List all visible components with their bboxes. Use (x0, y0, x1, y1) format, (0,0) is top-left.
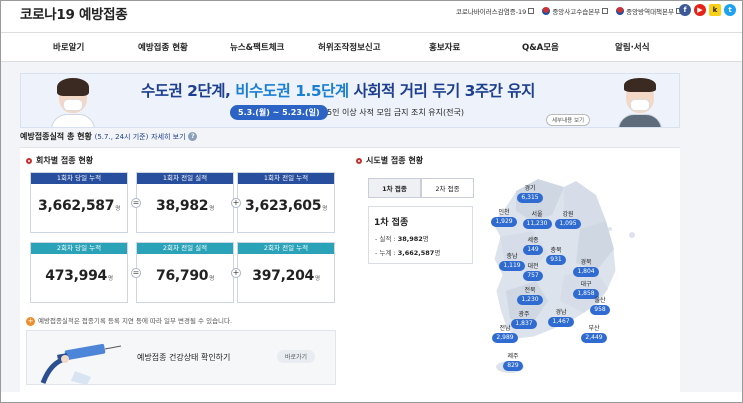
region-ulsan[interactable]: 울산 958 (580, 297, 620, 315)
nav-item-basics[interactable]: 바로알기 (53, 41, 84, 53)
region-section-title: 시도별 접종 현황 (356, 155, 423, 166)
equals-icon: = (131, 268, 141, 278)
section-bullet-icon (356, 157, 362, 164)
page-frame: 코로나19 예방접종 코로나바이러스감염증-19 중앙사고수습본부 중앙방역대책… (0, 0, 743, 403)
region-perf-row: - 실적 : 38,982명 (375, 235, 429, 243)
dose2-yesterday-perf-value: 76,790 (156, 268, 209, 284)
dose1-yesterday-cum-card: 1회차 전일 누적 3,623,605명 (237, 172, 335, 233)
summary-more-link[interactable]: 자세히 보기 (151, 133, 185, 141)
plus-icon: + (231, 268, 241, 278)
tab-dose1[interactable]: 1차 접종 (368, 178, 421, 198)
help-icon[interactable]: ? (188, 132, 198, 141)
data-notice: + 예방접종실적은 접종기록 등록 지연 등에 따라 일부 변경될 수 있습니다. (26, 316, 233, 326)
banner-person-right (618, 77, 662, 127)
region-jeonnam[interactable]: 전남 2,989 (485, 325, 525, 343)
tab-dose2[interactable]: 2차 접종 (421, 178, 474, 198)
region-daejeon[interactable]: 대전 757 (513, 263, 553, 281)
region-gangwon[interactable]: 강원 1,095 (548, 211, 588, 229)
equals-icon: = (131, 198, 141, 208)
vaccination-summary-title: 예방접종실적 총 현황 (5.7., 24시 기준) 자세히 보기 ? (20, 131, 198, 142)
dose2-yesterday-cum-value: 397,204 (252, 268, 314, 284)
top-link-covid19[interactable]: 코로나바이러스감염증-19 (456, 6, 535, 16)
dose-tabs: 1차 접종 2차 접종 (368, 178, 474, 198)
region-summary-box: 1차 접종 - 실적 : 38,982명 - 누계 : 3,662,587명 (368, 206, 473, 264)
nav-item-qa[interactable]: Q&A모음 (522, 41, 559, 53)
distancing-banner[interactable]: 수도권 2단계, 비수도권 1.5단계 사회적 거리 두기 3주간 유지 5.3… (20, 73, 680, 128)
health-check-box: 예방접종 건강상태 확인하기 바로가기 (26, 330, 336, 385)
facebook-icon[interactable]: f (679, 4, 691, 16)
top-bar: 코로나19 예방접종 코로나바이러스감염증-19 중앙사고수습본부 중앙방역대책… (1, 1, 742, 25)
government-emblem-icon (542, 7, 551, 15)
government-emblem-icon (616, 7, 625, 15)
top-link-cdsch[interactable]: 중앙사고수습본부 (542, 6, 609, 16)
external-link-icon (528, 8, 535, 14)
twitter-icon[interactable]: t (724, 4, 736, 16)
plus-icon: + (231, 198, 241, 208)
kakao-icon[interactable]: k (709, 4, 721, 16)
dose1-today-card: 1회차 당일 누적 3,662,587명 (30, 172, 128, 233)
banner-person-left (51, 77, 95, 127)
nav-item-vaccination-status[interactable]: 예방접종 현황 (138, 41, 188, 53)
region-busan[interactable]: 부산 2,449 (574, 325, 614, 343)
banner-detail-button[interactable]: 세부내용 보기 (546, 114, 591, 126)
summary-date: (5.7., 24시 기준) (94, 133, 149, 141)
dose-section-title: 회차별 접종 현황 (26, 155, 93, 166)
sns-links: f ▶ k t (679, 4, 736, 16)
dose2-today-card: 2회차 당일 누적 473,994명 (30, 242, 128, 303)
korea-map: 경기 6,315 인천 1,929 서울 11,230 강원 1,095 세종 149 충… (476, 171, 646, 381)
region-cum-row: - 누계 : 3,662,587명 (375, 249, 441, 257)
top-link-cdh[interactable]: 중앙방역대책본부 (616, 6, 682, 16)
dose1-today-value: 3,662,587 (38, 198, 115, 214)
site-logo[interactable]: 코로나19 예방접종 (20, 3, 128, 23)
top-links: 코로나바이러스감염증-19 중앙사고수습본부 중앙방역대책본부 (456, 6, 682, 16)
banner-dates: 5.3.(월) ~ 5.23.(일) (230, 105, 328, 120)
nav-item-notices[interactable]: 알림·서식 (615, 41, 650, 53)
youtube-icon[interactable]: ▶ (694, 4, 706, 16)
region-gyeongbuk[interactable]: 경북 1,804 (566, 259, 606, 277)
banner-headline: 수도권 2단계, 비수도권 1.5단계 사회적 거리 두기 3주간 유지 (141, 82, 535, 100)
korea-map-shape (491, 178, 635, 373)
region-summary-title: 1차 접종 (374, 218, 409, 228)
external-link-icon (602, 8, 609, 14)
dose2-yesterday-cum-card: 2회차 전일 누적 397,204명 (237, 242, 335, 303)
dose2-yesterday-perf-card: 2회차 전일 실적 76,790명 (136, 242, 234, 303)
dose1-yesterday-cum-value: 3,623,605 (245, 198, 322, 214)
health-check-label: 예방접종 건강상태 확인하기 (137, 353, 231, 362)
dose1-yesterday-perf-card: 1회차 전일 실적 38,982명 (136, 172, 234, 233)
region-jeonbuk[interactable]: 전북 1,230 (510, 287, 550, 305)
main-nav: 바로알기 예방접종 현황 뉴스&팩트체크 허위조작정보신고 홍보자료 Q&A모음… (1, 32, 742, 62)
nav-item-news-factcheck[interactable]: 뉴스&팩트체크 (230, 41, 284, 53)
region-jeju[interactable]: 제주 829 (493, 353, 533, 371)
banner-subtitle: 5인 이상 사적 모임 금지 조치 유지(전국) (327, 108, 464, 117)
dose2-today-value: 473,994 (45, 268, 107, 284)
nav-item-misinformation-report[interactable]: 허위조작정보신고 (318, 41, 381, 53)
section-bullet-icon (26, 157, 32, 164)
syringe-illustration (40, 343, 122, 385)
region-gyeonggi[interactable]: 경기 6,315 (510, 185, 550, 203)
dose1-yesterday-perf-value: 38,982 (156, 198, 209, 214)
health-check-go-button[interactable]: 바로가기 (277, 350, 316, 363)
nav-item-promo[interactable]: 홍보자료 (429, 41, 460, 53)
info-plus-icon: + (26, 316, 35, 326)
